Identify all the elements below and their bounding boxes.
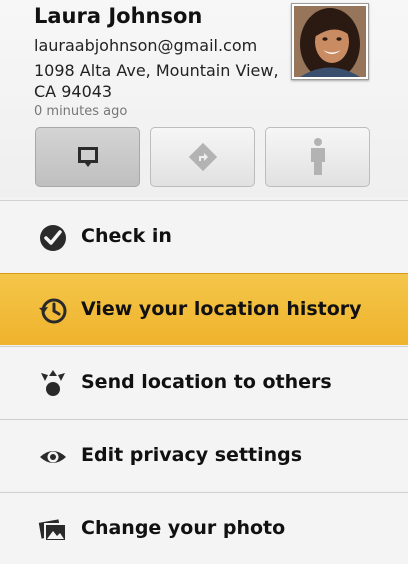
- avatar[interactable]: [291, 3, 369, 80]
- history-clock-icon: [39, 298, 67, 324]
- checkmark-icon: [40, 225, 66, 251]
- menu-item-send-location[interactable]: Send location to others: [0, 346, 408, 418]
- last-updated: 0 minutes ago: [34, 104, 128, 119]
- person-icon: [310, 138, 325, 175]
- menu-item-change-photo[interactable]: Change your photo: [0, 492, 408, 564]
- contact-header: Laura Johnson lauraabjohnson@gmail.com 1…: [0, 0, 408, 197]
- eye-icon: [40, 451, 66, 463]
- photo-icon: [38, 519, 67, 542]
- menu-item-label: Send location to others: [81, 371, 332, 393]
- directions-icon: [188, 142, 217, 172]
- menu-item-privacy-settings[interactable]: Edit privacy settings: [0, 419, 408, 491]
- profile-button[interactable]: [265, 127, 370, 187]
- directions-button[interactable]: [150, 127, 255, 187]
- menu-item-label: Change your photo: [81, 517, 286, 539]
- menu-item-check-in[interactable]: Check in: [0, 200, 408, 272]
- map-button[interactable]: [35, 127, 140, 187]
- contact-address[interactable]: 1098 Alta Ave, Mountain View, CA 94043: [34, 60, 284, 102]
- contact-name: Laura Johnson: [34, 4, 203, 28]
- map-pin-icon: [77, 147, 98, 167]
- menu-item-location-history[interactable]: View your location history: [0, 273, 408, 345]
- menu-item-label: Check in: [81, 225, 172, 247]
- share-location-icon: [41, 370, 65, 396]
- menu-item-label: View your location history: [81, 298, 362, 320]
- avatar-photo-icon: [294, 6, 366, 77]
- contact-email[interactable]: lauraabjohnson@gmail.com: [34, 36, 257, 55]
- menu-item-label: Edit privacy settings: [81, 444, 303, 466]
